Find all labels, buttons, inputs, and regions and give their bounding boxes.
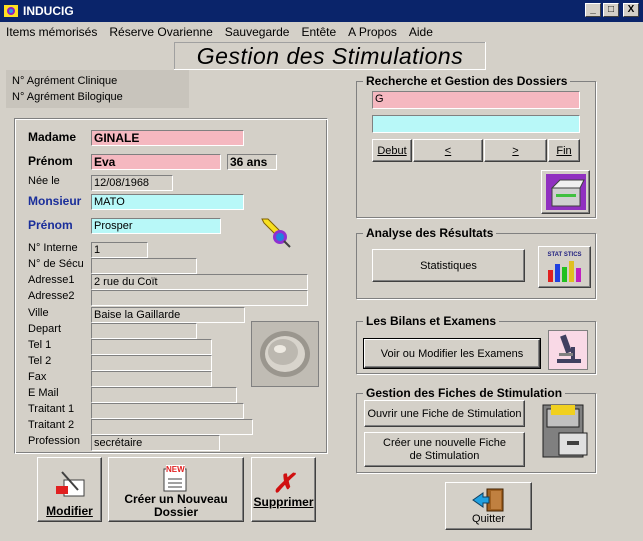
profession-field[interactable]: secrétaire: [91, 435, 220, 451]
monsieur-label: Monsieur: [28, 194, 82, 208]
prenom2-field[interactable]: Prosper: [91, 218, 221, 234]
voir-examens-button[interactable]: Voir ou Modifier les Examens: [363, 338, 541, 369]
tel1-field[interactable]: [91, 339, 212, 355]
creer-fiche-label: Créer une nouvelle Fiche de Stimulation: [383, 436, 506, 462]
bar-chart-icon: [547, 261, 581, 282]
ville-field[interactable]: Baise la Gaillarde: [91, 307, 245, 323]
age-field: 36 ans: [227, 154, 277, 170]
window-title: INDUCIG: [23, 4, 74, 18]
traitant2-field[interactable]: [91, 419, 253, 435]
traitant1-label: Traitant 1: [28, 403, 75, 415]
supprimer-button[interactable]: ✗ Supprimer: [251, 457, 316, 522]
previous-button[interactable]: <: [413, 139, 483, 162]
menu-bar: Items mémorisés Réserve Ovarienne Sauveg…: [0, 22, 643, 41]
madame-label: Madame: [28, 130, 77, 144]
interne-field[interactable]: 1: [91, 242, 148, 258]
quitter-label: Quitter: [471, 513, 505, 525]
archive-box-button[interactable]: [541, 170, 590, 214]
prenom-field[interactable]: Eva: [91, 154, 221, 170]
recherche-title: Recherche et Gestion des Dossiers: [363, 74, 571, 88]
adresse2-field[interactable]: [91, 290, 308, 306]
monsieur-field[interactable]: MATO: [91, 194, 244, 210]
bilans-title: Les Bilans et Examens: [363, 314, 500, 328]
email-label: E Mail: [28, 387, 59, 399]
ville-label: Ville: [28, 307, 49, 319]
agrement-box: N° Agrément Clinique N° Agrément Bilogiq…: [6, 70, 189, 108]
title-bar: INDUCIG _ □ X: [0, 0, 643, 22]
profession-label: Profession: [28, 435, 80, 447]
supprimer-label: Supprimer: [253, 495, 314, 509]
secu-field[interactable]: [91, 258, 197, 274]
depart-field[interactable]: [91, 323, 197, 339]
fin-button[interactable]: Fin: [548, 139, 580, 162]
fax-field[interactable]: [91, 371, 212, 387]
search-results-field[interactable]: [372, 115, 580, 133]
tel2-field[interactable]: [91, 355, 212, 371]
adresse1-field[interactable]: 2 rue du Coït: [91, 274, 308, 290]
tel1-label: Tel 1: [28, 339, 52, 351]
fax-label: Fax: [28, 371, 47, 383]
modifier-button[interactable]: Modifier: [37, 457, 102, 522]
statistics-icon-button[interactable]: STAT STICS: [538, 246, 591, 288]
fin-label: Fin: [556, 144, 572, 157]
tel2-label: Tel 2: [28, 355, 52, 367]
adresse1-label: Adresse1: [28, 274, 75, 286]
debut-label: Debut: [377, 144, 407, 157]
minimize-button[interactable]: _: [585, 3, 601, 17]
statistiques-label: Statistiques: [420, 259, 477, 272]
new-badge: NEW: [166, 465, 185, 474]
maximize-button[interactable]: □: [603, 3, 619, 17]
new-document-icon: NEW: [160, 463, 192, 493]
prenom-label: Prénom: [28, 154, 73, 168]
agrement-biologique-label: N° Agrément Bilogique: [12, 91, 123, 103]
interne-label: N° Interne: [28, 242, 78, 254]
menu-reserve-ovarienne[interactable]: Réserve Ovarienne: [103, 25, 218, 39]
oocyte-image: [251, 321, 319, 387]
nee-label: Née le: [28, 175, 60, 187]
fiches-title: Gestion des Fiches de Stimulation: [363, 386, 566, 400]
next-button[interactable]: >: [484, 139, 547, 162]
microscope-icon: [548, 330, 588, 370]
nee-field[interactable]: 12/08/1968: [91, 175, 173, 191]
file-cabinet-icon: [541, 403, 592, 460]
app-icon: [3, 3, 19, 19]
madame-field[interactable]: GINALE: [91, 130, 244, 146]
delete-x-icon: ✗: [272, 468, 295, 498]
search-input[interactable]: G: [372, 91, 580, 109]
menu-items-memorises[interactable]: Items mémorisés: [0, 25, 103, 39]
secu-label: N° de Sécu: [28, 258, 84, 270]
analyse-title: Analyse des Résultats: [363, 226, 497, 240]
ouvrir-fiche-button[interactable]: Ouvrir une Fiche de Stimulation: [364, 400, 525, 427]
ouvrir-fiche-label: Ouvrir une Fiche de Stimulation: [367, 407, 522, 420]
archive-box-icon: [545, 174, 586, 210]
creer-dossier-label: Créer un Nouveau Dossier: [124, 492, 228, 519]
edit-icon: [55, 471, 84, 497]
traitant1-field[interactable]: [91, 403, 244, 419]
adresse2-label: Adresse2: [28, 290, 75, 302]
menu-a-propos[interactable]: A Propos: [342, 25, 403, 39]
menu-aide[interactable]: Aide: [403, 25, 439, 39]
menu-entete[interactable]: Entête: [295, 25, 342, 39]
voir-examens-label: Voir ou Modifier les Examens: [380, 347, 524, 360]
previous-label: <: [444, 144, 452, 157]
depart-label: Depart: [28, 323, 62, 335]
statistiques-button[interactable]: Statistiques: [372, 249, 525, 282]
creer-fiche-button[interactable]: Créer une nouvelle Fiche de Stimulation: [364, 432, 525, 467]
close-button[interactable]: X: [623, 3, 639, 17]
creer-dossier-button[interactable]: NEW Créer un Nouveau Dossier: [108, 457, 244, 522]
agrement-clinique-label: N° Agrément Clinique: [12, 75, 118, 87]
menu-sauvegarde[interactable]: Sauvegarde: [219, 25, 296, 39]
next-label: >: [512, 144, 519, 157]
debut-button[interactable]: Debut: [372, 139, 412, 162]
page-title: Gestion des Stimulations: [174, 42, 486, 70]
prenom2-label: Prénom: [28, 218, 73, 232]
exit-door-icon: [471, 488, 503, 512]
traitant2-label: Traitant 2: [28, 419, 75, 431]
syringe-icon: [258, 215, 292, 249]
quitter-button[interactable]: Quitter: [445, 482, 532, 530]
email-field[interactable]: [91, 387, 237, 403]
modifier-label: Modifier: [46, 504, 93, 518]
